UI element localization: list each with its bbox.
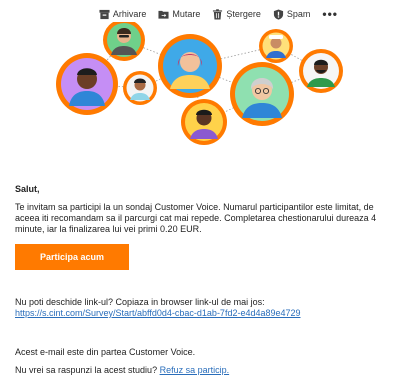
- folder-move-icon: [158, 10, 169, 19]
- avatar-person-2: [103, 22, 145, 61]
- link-prompt-text: Nu poti deschide link-ul? Copiaza in bro…: [15, 297, 265, 307]
- avatar-person-1: [56, 53, 118, 115]
- trash-icon: [213, 8, 223, 20]
- avatar-person-3: [123, 71, 157, 105]
- avatar-person-6: [259, 29, 293, 63]
- avatar-person-7: [230, 62, 294, 126]
- optout-prompt-text: Nu vrei sa raspunzi la acest studiu?: [15, 365, 160, 375]
- archive-button[interactable]: Arhivare: [99, 9, 147, 20]
- optout-paragraph: Nu vrei sa raspunzi la acest studiu? Ref…: [15, 365, 385, 376]
- spam-button[interactable]: Spam: [273, 8, 311, 20]
- move-button[interactable]: Mutare: [158, 9, 200, 20]
- avatar-person-5: [181, 99, 227, 145]
- email-greeting: Salut,: [15, 184, 40, 194]
- spam-label: Spam: [286, 9, 311, 19]
- delete-label: Ștergere: [226, 9, 261, 19]
- archive-icon: [99, 9, 110, 19]
- shield-icon: [273, 8, 283, 20]
- sender-note: Acest e-mail este din partea Customer Vo…: [15, 347, 196, 357]
- more-icon: •••: [322, 7, 338, 21]
- avatar-person-4: [158, 34, 222, 98]
- move-label: Mutare: [172, 9, 201, 19]
- participate-button[interactable]: Participa acum: [15, 244, 129, 270]
- delete-button[interactable]: Ștergere: [212, 8, 261, 20]
- archive-label: Arhivare: [112, 9, 147, 19]
- hero-illustration: [56, 22, 343, 145]
- email-intro-text: Te invitam sa participi la un sondaj Cus…: [15, 202, 377, 234]
- decline-link[interactable]: Refuz sa particip.: [160, 365, 230, 375]
- fallback-link-paragraph: Nu poti deschide link-ul? Copiaza in bro…: [15, 297, 385, 319]
- survey-link[interactable]: https://s.cint.com/Survey/Start/abffd0d4…: [15, 308, 301, 318]
- more-options-button[interactable]: •••: [322, 7, 338, 21]
- avatar-person-8: [299, 49, 343, 93]
